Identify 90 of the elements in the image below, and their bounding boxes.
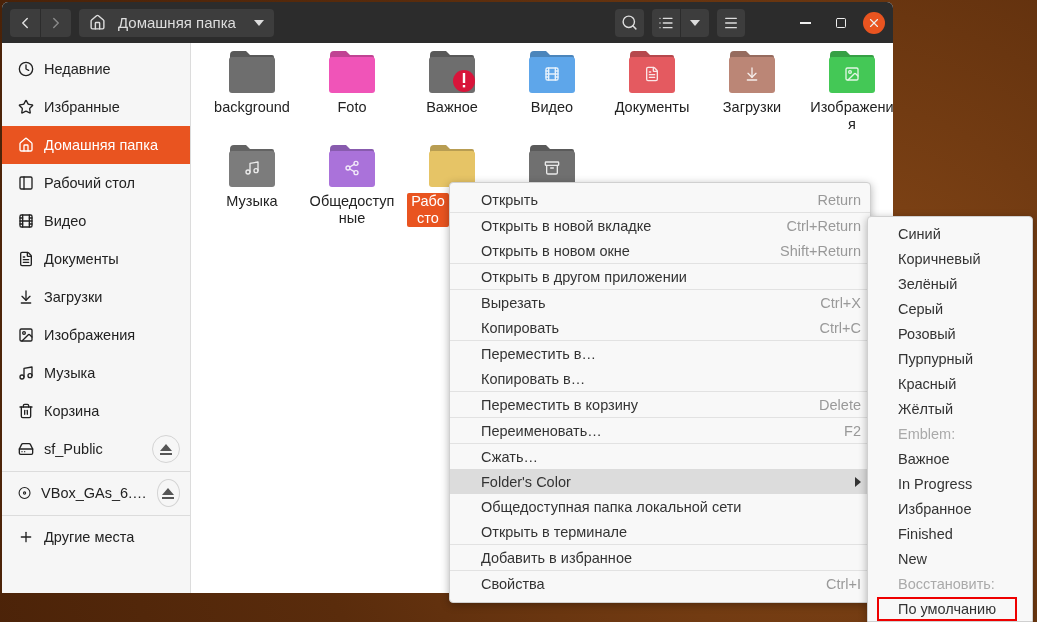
sidebar-item[interactable]: Документы — [2, 240, 190, 278]
maximize-icon — [835, 16, 847, 29]
exclamation-badge-icon — [453, 70, 475, 92]
path-button[interactable]: Домашняя папка — [79, 8, 274, 37]
download-icon — [746, 67, 758, 81]
sidebar-item[interactable]: sf_Public — [2, 430, 190, 468]
document-icon — [18, 251, 34, 267]
desktop-icon — [18, 175, 34, 191]
home-icon — [18, 137, 34, 153]
menu-item[interactable]: Открыть в новом окне Shift+Return — [450, 238, 870, 263]
film-icon — [545, 67, 559, 81]
sidebar-item[interactable]: Музыка — [2, 354, 190, 392]
submenu-item[interactable]: Коричневый — [868, 246, 1032, 271]
shortcut-label: F2 — [844, 422, 861, 439]
archive-icon — [544, 161, 560, 175]
sidebar-item[interactable]: Другие места — [2, 518, 190, 556]
home-icon — [89, 14, 106, 31]
sidebar-item[interactable]: Домашняя папка — [2, 126, 190, 164]
menu-item[interactable]: Добавить в избранное — [450, 545, 870, 570]
menu-item[interactable]: Переименовать… F2 — [450, 418, 870, 443]
shortcut-label: Ctrl+Return — [786, 217, 861, 234]
menu-item[interactable]: Открыть в терминале — [450, 519, 870, 544]
sidebar-item[interactable]: VBox_GAs_6.… — [2, 474, 190, 512]
menu-button[interactable] — [717, 8, 745, 37]
forward-button[interactable] — [41, 8, 71, 37]
share-icon — [345, 160, 359, 176]
shortcut-label: Ctrl+I — [825, 575, 861, 592]
search-button[interactable] — [615, 8, 644, 37]
clock-icon — [18, 61, 34, 77]
menu-item[interactable]: Переместить в… — [450, 341, 870, 366]
sidebar-item[interactable]: Недавние — [2, 50, 190, 88]
menu-item[interactable]: Открыть Return — [450, 187, 870, 212]
shortcut-label: Return — [817, 191, 861, 208]
menu-item[interactable]: Переместить в корзину Delete — [450, 392, 870, 417]
document-icon — [646, 66, 658, 82]
submenu-item[interactable]: Жёлтый — [868, 396, 1032, 421]
sidebar-item[interactable]: Видео — [2, 202, 190, 240]
submenu-item[interactable]: Синий — [868, 221, 1032, 246]
film-icon — [18, 213, 34, 229]
disc-icon — [18, 485, 32, 501]
music-icon — [245, 161, 259, 175]
list-view-button[interactable] — [652, 8, 680, 37]
submenu-item[interactable]: Пурпурный — [868, 346, 1032, 371]
submenu-item[interactable]: Важное — [868, 446, 1032, 471]
star-icon — [18, 99, 34, 115]
caret-icon — [690, 19, 700, 26]
menu-item[interactable]: Общедоступная папка локальной сети — [450, 494, 870, 519]
menu-item[interactable]: Копировать Ctrl+C — [450, 315, 870, 340]
submenu-item[interactable]: Красный — [868, 371, 1032, 396]
music-icon — [18, 365, 34, 381]
caret-icon — [254, 19, 264, 26]
shortcut-label: Delete — [819, 396, 861, 413]
menu-item[interactable]: Открыть в другом приложении — [450, 264, 870, 289]
sidebar-item[interactable]: Корзина — [2, 392, 190, 430]
sidebar-item[interactable]: Изображения — [2, 316, 190, 354]
submenu-heading: Восстановить: — [897, 574, 996, 594]
shortcut-label: Shift+Return — [780, 242, 861, 259]
view-options-button[interactable] — [681, 8, 709, 37]
drive-icon — [18, 441, 34, 457]
submenu-item[interactable]: Серый — [868, 296, 1032, 321]
shortcut-label: Ctrl+C — [819, 319, 861, 336]
eject-icon — [160, 443, 172, 455]
search-icon — [621, 14, 638, 31]
download-icon — [18, 289, 34, 305]
sidebar-item[interactable]: Рабочий стол — [2, 164, 190, 202]
submenu-item[interactable]: In Progress — [868, 471, 1032, 496]
sidebar-item[interactable]: Загрузки — [2, 278, 190, 316]
shortcut-label: Ctrl+X — [820, 294, 861, 311]
submenu-heading: Emblem: — [897, 424, 957, 444]
menu-item[interactable]: Свойства Ctrl+I — [450, 571, 870, 596]
menu-item[interactable]: Вырезать Ctrl+X — [450, 290, 870, 315]
menu-item[interactable]: Открыть в новой вкладке Ctrl+Return — [450, 213, 870, 238]
minimize-icon — [799, 21, 811, 24]
submenu-item[interactable]: Finished — [868, 521, 1032, 546]
trash-icon — [18, 403, 34, 419]
submenu-item[interactable]: New — [868, 546, 1032, 571]
image-icon — [845, 67, 859, 81]
menu-item[interactable]: Folder's Color — [450, 469, 870, 494]
menu-item[interactable]: Копировать в… — [450, 366, 870, 391]
menu-item[interactable]: Сжать… — [450, 444, 870, 469]
close-button[interactable] — [863, 11, 885, 34]
sidebar-item[interactable]: Избранные — [2, 88, 190, 126]
plus-icon — [18, 529, 34, 545]
back-button[interactable] — [10, 8, 40, 37]
submenu-item[interactable]: Избранное — [868, 496, 1032, 521]
folder-label[interactable]: Рабо сто — [407, 193, 449, 227]
submenu-item[interactable]: Розовый — [868, 321, 1032, 346]
image-icon — [18, 327, 34, 343]
submenu-item[interactable]: Зелёный — [868, 271, 1032, 296]
eject-icon — [162, 487, 175, 499]
